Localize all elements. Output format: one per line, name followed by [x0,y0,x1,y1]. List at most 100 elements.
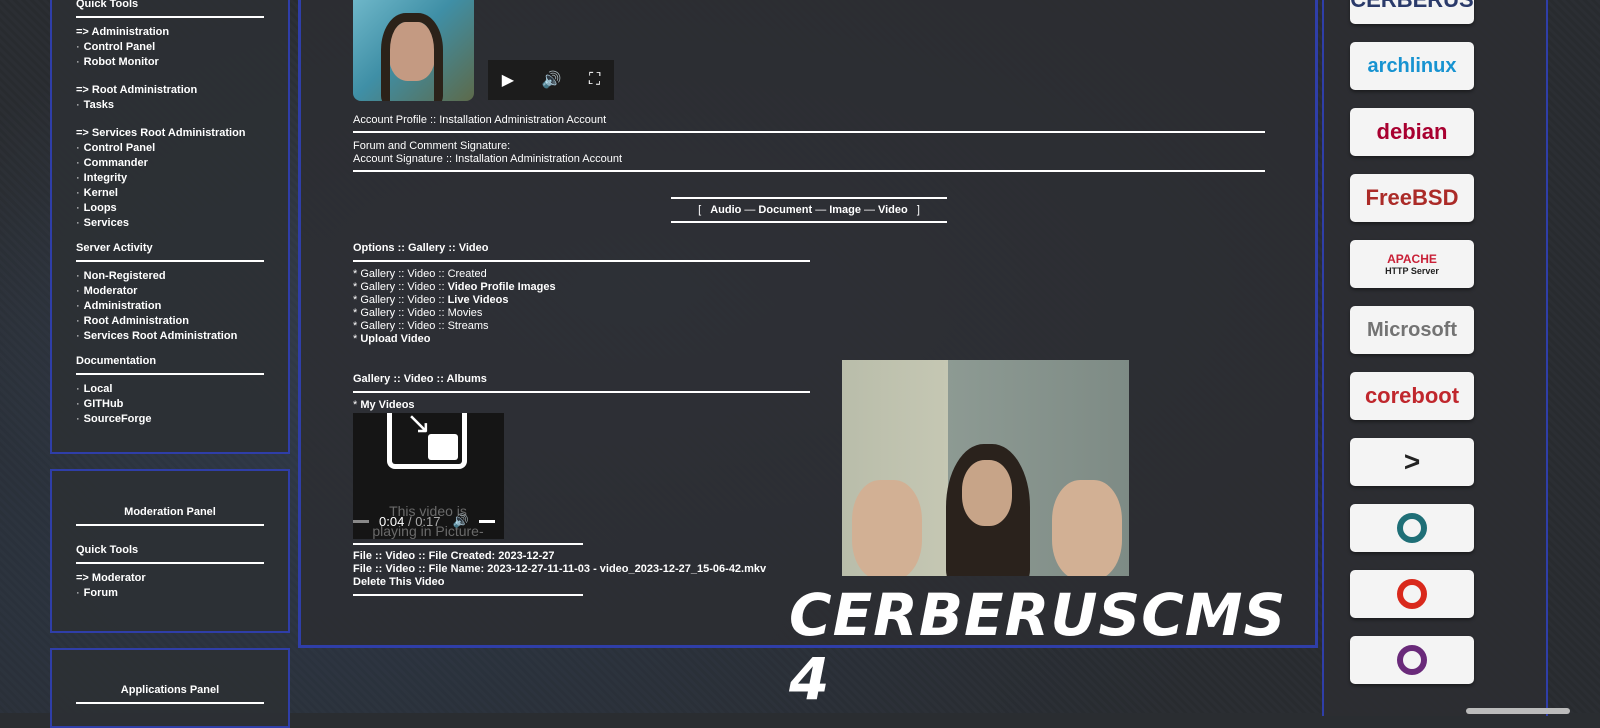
moderation-item-label[interactable]: Forum [84,587,118,599]
server-activity-item-label[interactable]: Services Root Administration [84,330,238,342]
logo-cerberus[interactable]: CERBERUS [1350,0,1474,24]
volume-slider[interactable] [478,519,495,523]
video-thumbnail-photo [842,360,1129,576]
group-header-link[interactable]: => Root Administration [76,84,264,96]
bullet-icon: · [76,383,80,395]
server-activity-item-label[interactable]: Non-Registered [84,270,166,282]
logo-freebsd[interactable]: FreeBSD [1350,174,1474,222]
bullet-icon: · [76,330,80,342]
mute-icon[interactable]: 🔊 [453,513,469,529]
option-link[interactable]: Video Profile Images [448,281,556,293]
quick-tools-item-label[interactable]: Control Panel [84,142,156,154]
documentation-item-label[interactable]: GITHub [84,398,124,410]
logo-apache[interactable]: APACHE HTTP Server [1350,240,1474,288]
documentation-item[interactable]: · SourceForge [76,413,264,425]
signature-line: Account Signature :: Installation Admini… [353,153,623,165]
option-link[interactable]: Live Videos [448,294,509,306]
bullet-icon: · [76,172,80,184]
logo-coreboot[interactable]: coreboot [1350,372,1474,420]
quick-tools-item[interactable]: · Control Panel [76,41,264,53]
quick-tools-item[interactable]: · Kernel [76,187,264,199]
server-activity-item[interactable]: · Non-Registered [76,270,264,282]
current-time: 0:04 [379,513,405,529]
quick-tools-item-label[interactable]: Loops [84,202,117,214]
logo-archlinux[interactable]: archlinux [1350,42,1474,90]
quick-tools-item-label[interactable]: Kernel [84,187,118,199]
quick-tools-item[interactable]: · Integrity [76,172,264,184]
quick-tools-item[interactable]: · Control Panel [76,142,264,154]
server-activity-item-label[interactable]: Root Administration [84,315,189,327]
moderation-panel: Moderation Panel Quick Tools => Moderato… [50,469,290,633]
server-activity-item[interactable]: · Services Root Administration [76,330,264,342]
quick-tools-item-label[interactable]: Commander [84,157,148,169]
logo-text: debian [1376,119,1448,144]
play-icon[interactable]: ▶ [502,70,514,90]
server-activity-item-label[interactable]: Administration [84,300,162,312]
quick-tools-item-label[interactable]: Robot Monitor [84,56,159,68]
divider [353,170,1265,172]
divider [353,594,583,596]
seek-bar[interactable] [353,519,369,523]
media-nav-image[interactable]: Image [829,204,861,216]
media-nav-video[interactable]: Video [878,204,908,216]
option-link[interactable]: Upload Video [360,333,430,345]
server-activity-list: · Non-Registered · Moderator · Administration… [76,270,264,342]
delete-video-link[interactable]: Delete This Video [353,576,445,588]
documentation-item[interactable]: · GITHub [76,398,264,410]
applications-panel: Applications Panel [50,648,290,728]
pip-arrow: ↘ [406,413,432,440]
server-activity-item[interactable]: · Administration [76,300,264,312]
quick-tools-item-label[interactable]: Control Panel [84,41,156,53]
video-player[interactable]: ↘ This video is playing in Picture- 0:04… [353,413,504,539]
my-videos-link[interactable]: My Videos [360,399,414,411]
photo-face [962,460,1012,526]
logo-text: APACHE [1387,252,1437,266]
documentation-item[interactable]: · Local [76,383,264,395]
logo-icon-10[interactable] [1350,636,1474,684]
logo--[interactable]: > [1350,438,1474,486]
logo-text: Microsoft [1367,318,1457,341]
scrollbar-thumb[interactable] [1466,708,1570,714]
divider [353,391,810,393]
group-header-link[interactable]: => Administration [76,26,264,38]
logo-mark-icon [1397,579,1427,609]
logo-text: coreboot [1364,383,1460,408]
logo-debian[interactable]: debian [1350,108,1474,156]
quick-tools-item[interactable]: · Commander [76,157,264,169]
logo-mark-icon [1397,645,1427,675]
volume-icon[interactable]: 🔊 [542,70,562,90]
logo-icon-8[interactable] [1350,504,1474,552]
logo-icon-9[interactable] [1350,570,1474,618]
server-activity-item-label[interactable]: Moderator [84,285,138,297]
logo-microsoft[interactable]: Microsoft [1350,306,1474,354]
quick-tools-item[interactable]: · Robot Monitor [76,56,264,68]
quick-tools-groups: => Administration · Control Panel · Robot Mo… [76,26,264,229]
media-nav-audio[interactable]: Audio [710,204,741,216]
quick-tools-item-label[interactable]: Tasks [84,99,114,111]
player-controls: 0:04 / 0:17 🔊 [353,509,504,533]
documentation-item-label[interactable]: SourceForge [84,413,152,425]
media-nav-sep: — [863,204,875,216]
option-link[interactable]: Created [448,268,487,280]
quick-tools-item[interactable]: · Loops [76,202,264,214]
bullet-icon: · [76,157,80,169]
media-nav-sep: — [815,204,827,216]
quick-tools-item[interactable]: · Tasks [76,99,264,111]
server-activity-item[interactable]: · Moderator [76,285,264,297]
quick-tools-item-label[interactable]: Integrity [84,172,127,184]
group-header-link[interactable]: => Services Root Administration [76,127,264,139]
moderation-item[interactable]: · Forum [76,587,264,599]
bullet-icon: · [76,202,80,214]
quick-tools-item[interactable]: · Services [76,217,264,229]
moderator-header-link[interactable]: => Moderator [76,572,264,584]
option-link[interactable]: Movies [448,307,483,319]
option-link[interactable]: Streams [448,320,489,332]
option-item: * Gallery :: Video :: Video Profile Imag… [353,281,556,294]
quick-tools-item-label[interactable]: Services [84,217,129,229]
documentation-item-label[interactable]: Local [84,383,113,395]
server-activity-item[interactable]: · Root Administration [76,315,264,327]
media-nav-document[interactable]: Document [758,204,812,216]
bullet-icon: · [76,99,80,111]
fullscreen-icon[interactable]: ⛶ [589,71,600,89]
